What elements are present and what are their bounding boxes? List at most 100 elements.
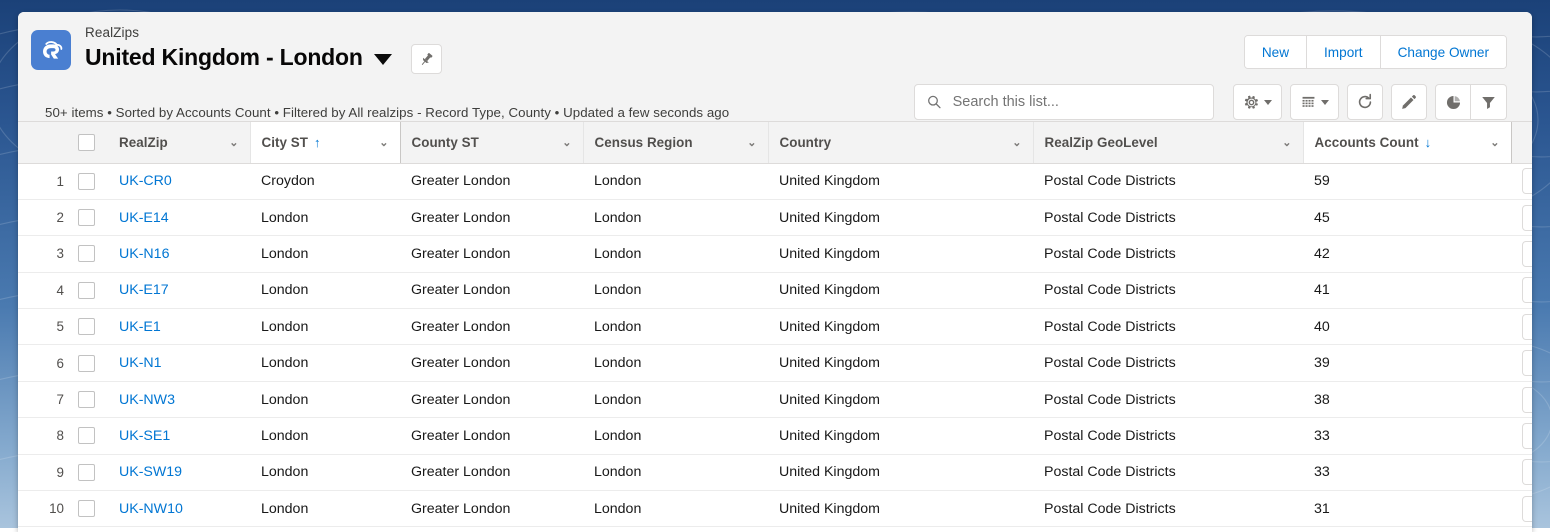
column-menu-chevron-down-icon[interactable]: ⌄ [379, 136, 388, 149]
select-all-checkbox[interactable] [78, 134, 95, 151]
cell-county: Greater London [400, 418, 583, 454]
new-button[interactable]: New [1245, 36, 1307, 68]
row-select-cell[interactable] [64, 454, 108, 490]
cell-county: Greater London [400, 199, 583, 235]
search-box[interactable] [914, 84, 1214, 120]
record-link[interactable]: UK-E1 [119, 319, 161, 335]
row-actions-chevron-down-icon[interactable]: ⌄ [1522, 314, 1532, 340]
row-actions-cell[interactable]: ⌄ [1511, 454, 1532, 490]
row-select-cell[interactable] [64, 418, 108, 454]
column-select-all[interactable] [64, 122, 108, 163]
cell-realzip: UK-N1 [108, 345, 250, 381]
row-checkbox[interactable] [78, 282, 95, 299]
column-realzip-geolevel[interactable]: RealZip GeoLevel⌄ [1033, 122, 1303, 163]
list-toolbar [914, 84, 1507, 120]
table-row[interactable]: 5UK-E1LondonGreater LondonLondonUnited K… [18, 309, 1532, 345]
column-menu-chevron-down-icon[interactable]: ⌄ [1012, 136, 1021, 149]
record-link[interactable]: UK-NW3 [119, 392, 175, 408]
row-actions-cell[interactable]: ⌄ [1511, 236, 1532, 272]
column-menu-chevron-down-icon[interactable]: ⌄ [747, 136, 756, 149]
row-checkbox[interactable] [78, 427, 95, 444]
table-row[interactable]: 9UK-SW19LondonGreater LondonLondonUnited… [18, 454, 1532, 490]
record-link[interactable]: UK-SE1 [119, 428, 170, 444]
filter-button[interactable] [1471, 84, 1507, 120]
row-checkbox[interactable] [78, 209, 95, 226]
table-row[interactable]: 6UK-N1LondonGreater LondonLondonUnited K… [18, 345, 1532, 381]
column-menu-chevron-down-icon[interactable]: ⌄ [562, 136, 571, 149]
row-actions-cell[interactable]: ⌄ [1511, 381, 1532, 417]
sort-ascending-icon: ↑ [314, 136, 321, 149]
record-link[interactable]: UK-E17 [119, 282, 169, 298]
column-menu-chevron-down-icon[interactable]: ⌄ [1282, 136, 1291, 149]
column-realzip[interactable]: RealZip⌄ [108, 122, 250, 163]
row-number: 6 [18, 345, 64, 381]
row-checkbox[interactable] [78, 464, 95, 481]
row-checkbox[interactable] [78, 355, 95, 372]
row-actions-cell[interactable]: ⌄ [1511, 163, 1532, 199]
refresh-button[interactable] [1347, 84, 1383, 120]
row-select-cell[interactable] [64, 272, 108, 308]
row-checkbox[interactable] [78, 500, 95, 517]
table-row[interactable]: 3UK-N16LondonGreater LondonLondonUnited … [18, 236, 1532, 272]
row-actions-chevron-down-icon[interactable]: ⌄ [1522, 387, 1532, 413]
list-table-scroll-area[interactable]: RealZip⌄City ST↑⌄County ST⌄Census Region… [18, 122, 1532, 532]
list-view-controls-button[interactable] [1233, 84, 1282, 120]
row-actions-cell[interactable]: ⌄ [1511, 309, 1532, 345]
cell-geolevel: Postal Code Districts [1033, 272, 1303, 308]
table-row[interactable]: 8UK-SE1LondonGreater LondonLondonUnited … [18, 418, 1532, 454]
table-row[interactable]: 2UK-E14LondonGreater LondonLondonUnited … [18, 199, 1532, 235]
column-menu-chevron-down-icon[interactable]: ⌄ [229, 136, 238, 149]
record-link[interactable]: UK-N1 [119, 355, 162, 371]
record-link[interactable]: UK-E14 [119, 210, 169, 226]
row-actions-chevron-down-icon[interactable]: ⌄ [1522, 241, 1532, 267]
row-actions-chevron-down-icon[interactable]: ⌄ [1522, 277, 1532, 303]
edit-button[interactable] [1391, 84, 1427, 120]
column-menu-chevron-down-icon[interactable]: ⌄ [1490, 136, 1499, 149]
column-city-st[interactable]: City ST↑⌄ [250, 122, 400, 163]
row-checkbox[interactable] [78, 245, 95, 262]
record-link[interactable]: UK-N16 [119, 246, 169, 262]
column-accounts-count-label: Accounts Count [1315, 135, 1419, 150]
row-checkbox[interactable] [78, 318, 95, 335]
column-county-st[interactable]: County ST⌄ [400, 122, 583, 163]
row-actions-chevron-down-icon[interactable]: ⌄ [1522, 205, 1532, 231]
row-checkbox[interactable] [78, 391, 95, 408]
row-select-cell[interactable] [64, 345, 108, 381]
row-select-cell[interactable] [64, 199, 108, 235]
row-actions-chevron-down-icon[interactable]: ⌄ [1522, 423, 1532, 449]
import-button[interactable]: Import [1307, 36, 1381, 68]
row-actions-cell[interactable]: ⌄ [1511, 272, 1532, 308]
row-select-cell[interactable] [64, 381, 108, 417]
row-select-cell[interactable] [64, 491, 108, 527]
row-actions-chevron-down-icon[interactable]: ⌄ [1522, 459, 1532, 485]
row-actions-chevron-down-icon[interactable]: ⌄ [1522, 496, 1532, 522]
search-input[interactable] [951, 93, 1201, 111]
row-select-cell[interactable] [64, 309, 108, 345]
row-select-cell[interactable] [64, 236, 108, 272]
row-actions-chevron-down-icon[interactable]: ⌄ [1522, 350, 1532, 376]
pin-button[interactable] [411, 44, 442, 74]
row-select-cell[interactable] [64, 163, 108, 199]
column-country[interactable]: Country⌄ [768, 122, 1033, 163]
record-link[interactable]: UK-NW10 [119, 501, 183, 517]
cell-accounts: 40 [1303, 309, 1511, 345]
cell-city: London [250, 309, 400, 345]
row-actions-cell[interactable]: ⌄ [1511, 418, 1532, 454]
column-accounts-count[interactable]: Accounts Count↓⌄ [1303, 122, 1511, 163]
row-actions-cell[interactable]: ⌄ [1511, 199, 1532, 235]
column-census-region[interactable]: Census Region⌄ [583, 122, 768, 163]
table-row[interactable]: 10UK-NW10LondonGreater LondonLondonUnite… [18, 491, 1532, 527]
change-owner-button[interactable]: Change Owner [1381, 36, 1506, 68]
table-row[interactable]: 1UK-CR0CroydonGreater LondonLondonUnited… [18, 163, 1532, 199]
table-row[interactable]: 4UK-E17LondonGreater LondonLondonUnited … [18, 272, 1532, 308]
display-as-button[interactable] [1290, 84, 1339, 120]
charts-button[interactable] [1435, 84, 1471, 120]
row-actions-chevron-down-icon[interactable]: ⌄ [1522, 168, 1532, 194]
row-actions-cell[interactable]: ⌄ [1511, 491, 1532, 527]
record-link[interactable]: UK-SW19 [119, 464, 182, 480]
row-actions-cell[interactable]: ⌄ [1511, 345, 1532, 381]
chevron-down-icon[interactable] [374, 54, 392, 65]
row-checkbox[interactable] [78, 173, 95, 190]
table-row[interactable]: 7UK-NW3LondonGreater LondonLondonUnited … [18, 381, 1532, 417]
record-link[interactable]: UK-CR0 [119, 173, 172, 189]
